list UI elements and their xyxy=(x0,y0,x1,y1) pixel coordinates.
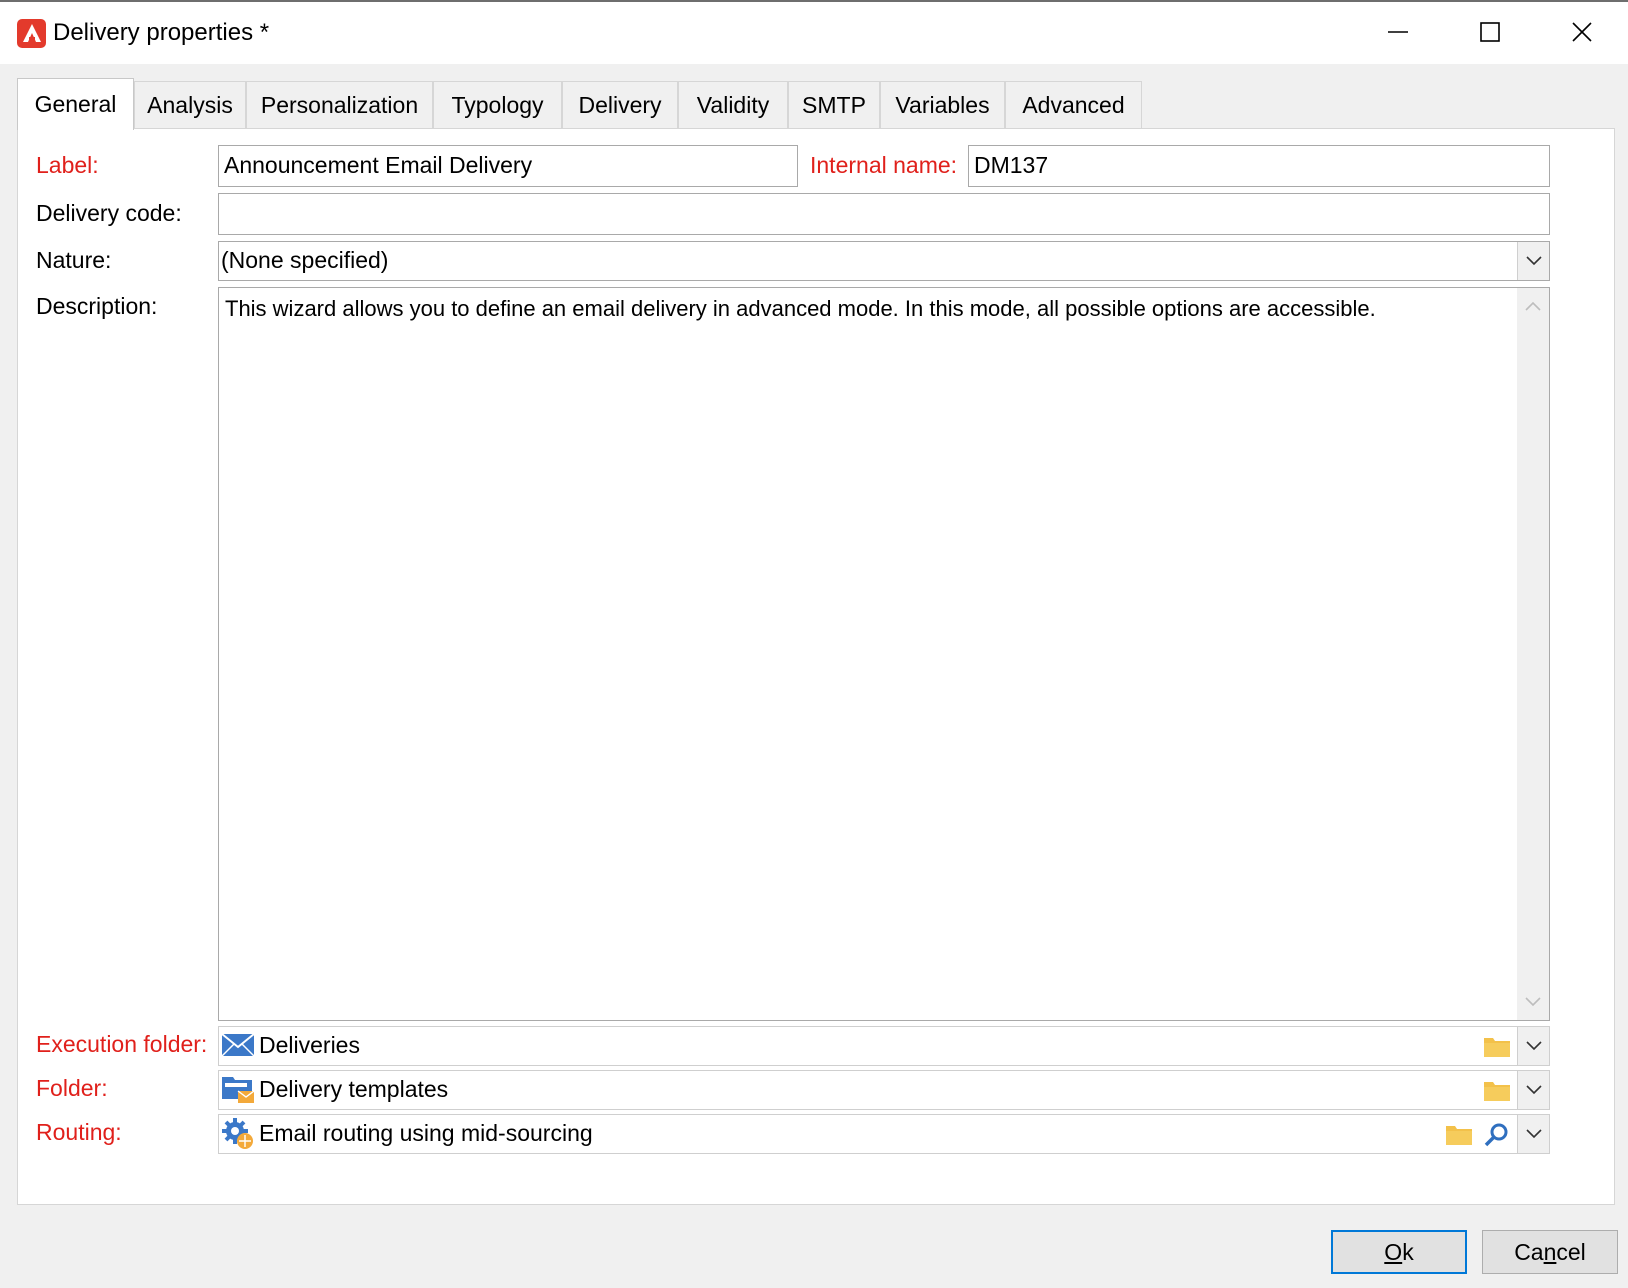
tab-variables[interactable]: Variables xyxy=(880,81,1005,129)
internal-name-input[interactable]: DM137 xyxy=(968,145,1550,187)
execution-folder-caption: Execution folder: xyxy=(36,1031,208,1057)
tab-validity[interactable]: Validity xyxy=(678,81,788,129)
ok-mnemonic: O xyxy=(1384,1239,1403,1265)
description-textarea[interactable]: This wizard allows you to define an emai… xyxy=(218,287,1550,1021)
delivery-properties-window: Delivery properties * General Analysis P… xyxy=(0,0,1628,1288)
routing-dropdown-button[interactable] xyxy=(1517,1115,1549,1153)
ok-label-rest: k xyxy=(1402,1239,1414,1265)
label-input[interactable]: Announcement Email Delivery xyxy=(218,145,798,187)
cancel-button[interactable]: Cancel xyxy=(1482,1230,1618,1274)
routing-value: Email routing using mid-sourcing xyxy=(259,1120,593,1146)
minimize-button[interactable] xyxy=(1368,10,1428,54)
cancel-mnemonic: n xyxy=(1543,1239,1557,1265)
nature-value: (None specified) xyxy=(221,247,389,273)
execution-folder-field[interactable]: Deliveries xyxy=(218,1026,1550,1066)
execution-folder-value: Deliveries xyxy=(259,1032,360,1058)
chevron-down-icon xyxy=(1526,1085,1542,1095)
nature-dropdown-button[interactable] xyxy=(1517,242,1549,280)
title-bar: Delivery properties * xyxy=(0,2,1628,64)
maximize-icon xyxy=(1480,22,1500,42)
folder-field[interactable]: Delivery templates xyxy=(218,1070,1550,1110)
chevron-down-icon xyxy=(1526,256,1542,266)
chevron-down-icon xyxy=(1526,1041,1542,1051)
window-title: Delivery properties * xyxy=(53,19,270,46)
folder-value: Delivery templates xyxy=(259,1076,449,1102)
description-text: This wizard allows you to define an emai… xyxy=(225,296,1376,321)
folder-icon xyxy=(1484,1082,1510,1101)
adobe-campaign-app-icon xyxy=(17,19,46,48)
general-tab-panel: Label: Announcement Email Delivery Inter… xyxy=(17,128,1615,1205)
description-scrollbar[interactable] xyxy=(1517,288,1549,1020)
magnifier-icon xyxy=(1484,1123,1508,1147)
folder-caption: Folder: xyxy=(36,1075,108,1101)
delivery-code-caption: Delivery code: xyxy=(36,200,182,226)
description-caption: Description: xyxy=(36,293,158,319)
execution-folder-browse-button[interactable] xyxy=(1478,1027,1516,1065)
cancel-label-start: Ca xyxy=(1514,1239,1544,1265)
tab-advanced[interactable]: Advanced xyxy=(1005,81,1142,129)
tab-delivery[interactable]: Delivery xyxy=(562,81,678,129)
maximize-button[interactable] xyxy=(1460,10,1520,54)
nature-caption: Nature: xyxy=(36,247,112,273)
routing-gear-icon xyxy=(222,1118,253,1149)
envelope-folder-icon xyxy=(222,1033,254,1057)
routing-search-button[interactable] xyxy=(1478,1115,1516,1153)
chevron-down-icon xyxy=(1526,1129,1542,1139)
scroll-down-icon[interactable] xyxy=(1525,996,1541,1008)
tab-general[interactable]: General xyxy=(17,78,134,130)
tab-smtp[interactable]: SMTP xyxy=(788,81,880,129)
folder-browse-button[interactable] xyxy=(1478,1071,1516,1109)
label-caption: Label: xyxy=(36,152,99,178)
internal-name-caption: Internal name: xyxy=(810,152,958,178)
routing-field[interactable]: Email routing using mid-sourcing xyxy=(218,1114,1550,1154)
close-button[interactable] xyxy=(1552,10,1612,54)
folder-icon xyxy=(1484,1038,1510,1057)
folder-icon xyxy=(1446,1126,1472,1145)
folder-dropdown-button[interactable] xyxy=(1517,1071,1549,1109)
routing-caption: Routing: xyxy=(36,1119,122,1145)
nature-select[interactable]: (None specified) xyxy=(218,241,1550,281)
ok-button[interactable]: Ok xyxy=(1331,1230,1467,1274)
delivery-code-input[interactable] xyxy=(218,193,1550,235)
minimize-icon xyxy=(1388,31,1408,33)
execution-folder-dropdown-button[interactable] xyxy=(1517,1027,1549,1065)
template-folder-icon xyxy=(222,1077,254,1103)
tab-analysis[interactable]: Analysis xyxy=(134,81,246,129)
routing-browse-button[interactable] xyxy=(1440,1115,1478,1153)
close-icon xyxy=(1572,22,1592,42)
cancel-label-rest: cel xyxy=(1556,1239,1586,1265)
tab-typology[interactable]: Typology xyxy=(433,81,562,129)
scroll-up-icon[interactable] xyxy=(1525,300,1541,312)
tab-personalization[interactable]: Personalization xyxy=(246,81,433,129)
